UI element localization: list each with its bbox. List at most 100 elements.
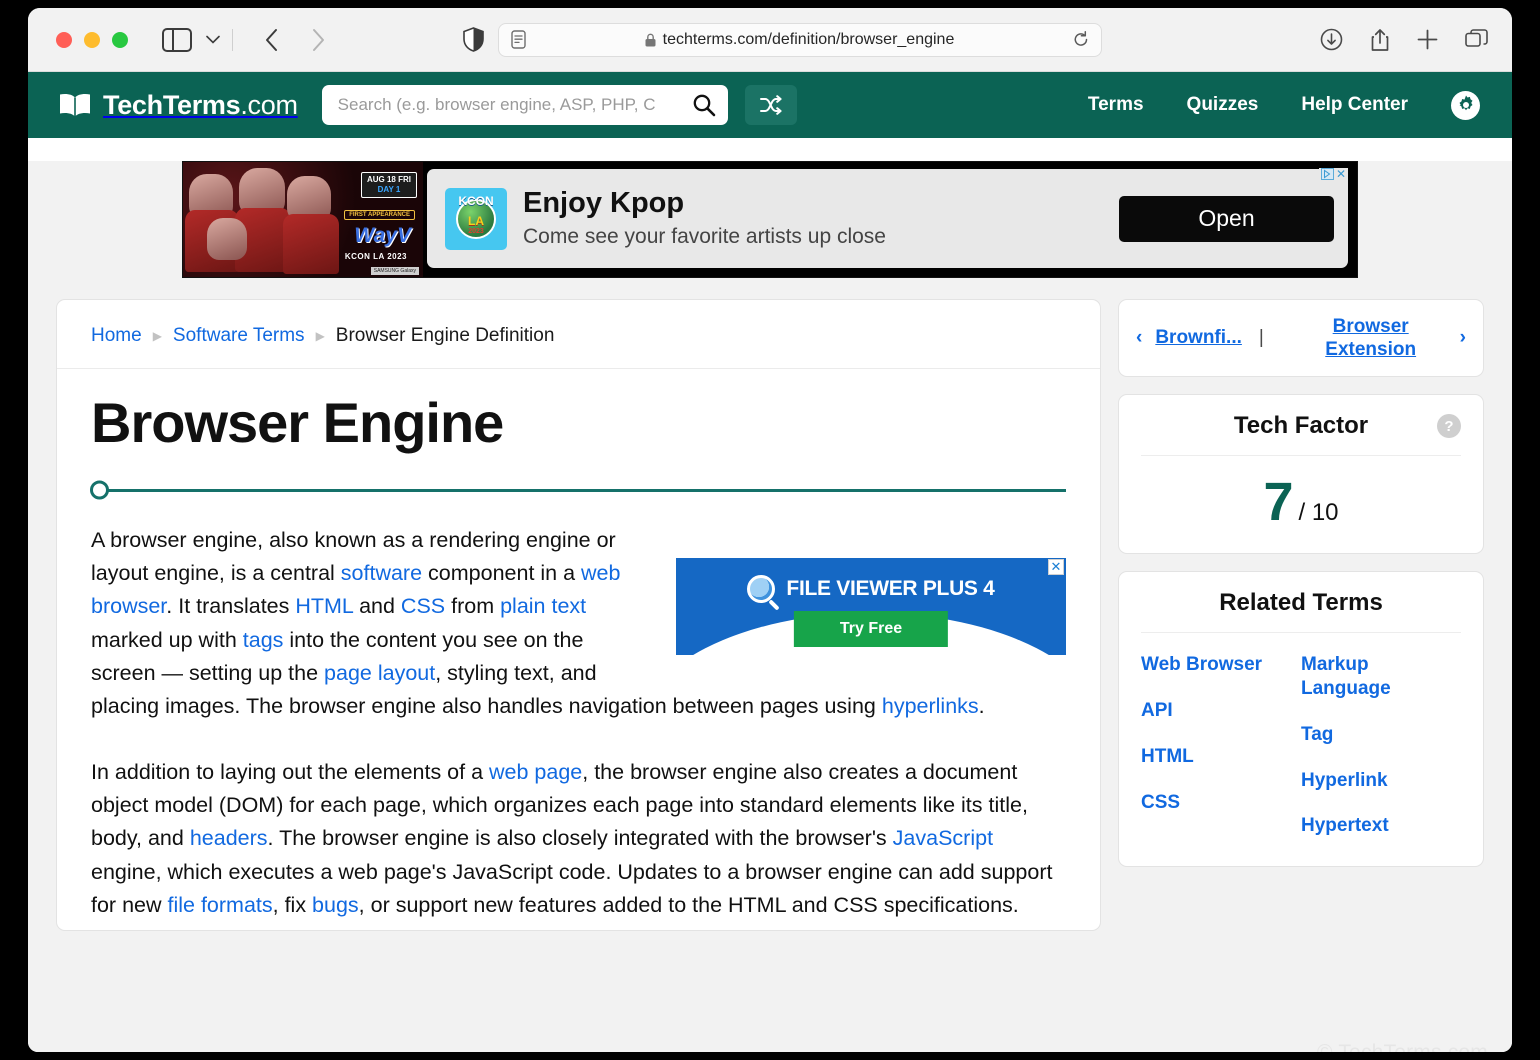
- ad-subtitle: Come see your favorite artists up close: [523, 225, 886, 249]
- reader-view-icon[interactable]: [511, 30, 526, 49]
- related-term-link[interactable]: CSS: [1141, 791, 1301, 815]
- title-block: Browser Engine: [57, 369, 1100, 492]
- prev-term-link[interactable]: Brownfi...: [1155, 327, 1242, 349]
- prev-next-separator: |: [1258, 327, 1264, 349]
- toolbar-right-actions: [1320, 28, 1488, 52]
- close-icon[interactable]: ✕: [1336, 168, 1346, 180]
- ad-logo-la: LA: [468, 213, 484, 228]
- breadcrumb-arrow-icon: ▶: [152, 329, 162, 343]
- ad-sponsor: SAMSUNG Galaxy: [370, 267, 419, 275]
- search-input[interactable]: [337, 95, 690, 115]
- inline-link[interactable]: hyperlinks: [882, 694, 979, 718]
- inline-link[interactable]: web page: [489, 760, 582, 784]
- close-icon[interactable]: ✕: [1048, 558, 1064, 575]
- related-term-link[interactable]: HTML: [1141, 745, 1301, 769]
- inline-link[interactable]: HTML: [295, 594, 353, 618]
- breadcrumb-arrow-icon: ▶: [315, 329, 325, 343]
- close-window-button[interactable]: [56, 31, 72, 48]
- ad-open-button[interactable]: Open: [1119, 195, 1334, 242]
- inline-link[interactable]: headers: [190, 826, 268, 850]
- ad-first-appearance: FIRST APPEARANCE: [344, 210, 415, 220]
- logo-suffix: .com: [240, 89, 298, 120]
- minimize-window-button[interactable]: [84, 31, 100, 48]
- page-title: Browser Engine: [91, 391, 504, 454]
- site-header: TechTerms.com Terms Quizzes: [28, 72, 1512, 138]
- related-term-link[interactable]: Hypertext: [1301, 814, 1461, 838]
- chevron-right-icon[interactable]: ›: [1460, 327, 1466, 349]
- browser-toolbar: techterms.com/definition/browser_engine: [28, 8, 1512, 72]
- ad-brand-logo: KCON LA 2023: [445, 187, 507, 250]
- downloads-icon[interactable]: [1320, 28, 1343, 51]
- inline-link[interactable]: plain text: [500, 594, 586, 618]
- inline-link[interactable]: bugs: [312, 893, 359, 917]
- nav-item-quizzes[interactable]: Quizzes: [1187, 94, 1259, 116]
- adchoices-icon[interactable]: [1321, 168, 1334, 180]
- inline-link[interactable]: file formats: [167, 893, 272, 917]
- nav-item-help-center[interactable]: Help Center: [1301, 94, 1408, 116]
- search-box[interactable]: [321, 85, 728, 125]
- paragraph-2: In addition to laying out the elements o…: [91, 759, 1053, 917]
- ad-logo-year: 2023: [468, 227, 484, 235]
- open-book-icon: [58, 92, 92, 118]
- privacy-shield-icon[interactable]: [463, 27, 484, 52]
- related-terms-column-2: Markup Language Tag Hyperlink Hypertext: [1301, 653, 1461, 838]
- url-text: techterms.com/definition/browser_engine: [662, 30, 955, 48]
- related-terms-column-1: Web Browser API HTML CSS: [1141, 653, 1301, 838]
- copyright-watermark: © TechTerms.com: [1317, 1041, 1488, 1052]
- maximize-window-button[interactable]: [112, 31, 128, 48]
- inline-link[interactable]: software: [341, 561, 422, 585]
- inline-link[interactable]: CSS: [401, 594, 445, 618]
- address-bar[interactable]: techterms.com/definition/browser_engine: [498, 22, 1102, 57]
- url-display[interactable]: techterms.com/definition/browser_engine: [526, 31, 1073, 49]
- chevron-left-icon[interactable]: ‹: [1136, 327, 1142, 349]
- gear-icon[interactable]: [1451, 90, 1480, 120]
- nav-item-terms[interactable]: Terms: [1088, 94, 1144, 116]
- breadcrumb-item-software-terms[interactable]: Software Terms: [173, 325, 305, 347]
- inline-ad-cta-button[interactable]: Try Free: [793, 610, 949, 647]
- sidebar: ‹ Brownfi... | Browser Extension › Tech …: [1118, 299, 1484, 931]
- inline-link[interactable]: JavaScript: [893, 826, 993, 850]
- related-term-link[interactable]: Hyperlink: [1301, 769, 1461, 793]
- related-terms-title: Related Terms: [1141, 589, 1461, 634]
- ad-event-name: KCON LA 2023: [344, 252, 407, 261]
- ad-choices-controls: ✕: [1318, 168, 1348, 180]
- tab-overview-icon[interactable]: [1465, 28, 1488, 51]
- next-term-link[interactable]: Browser Extension: [1296, 315, 1446, 361]
- content-columns: Home ▶ Software Terms ▶ Browser Engine D…: [28, 299, 1512, 932]
- related-term-link[interactable]: API: [1141, 699, 1301, 723]
- forward-arrow-icon[interactable]: [301, 23, 335, 57]
- inline-advertisement[interactable]: FILE VIEWER PLUS 4 Try Free ✕: [676, 557, 1066, 655]
- tech-factor-score: 7 / 10: [1141, 456, 1461, 529]
- ad-content[interactable]: KCON LA 2023 Enjoy Kpop Come see your fa…: [427, 168, 1348, 268]
- page-body: AUG 18 FRI DAY 1 FIRST APPEARANCE WayV K…: [28, 161, 1512, 1052]
- title-divider: [91, 488, 1066, 492]
- related-term-link[interactable]: Web Browser: [1141, 653, 1301, 677]
- ad-logo-kcon: KCON: [458, 193, 494, 208]
- search-icon[interactable]: [692, 93, 716, 117]
- logo-main: TechTerms: [103, 89, 241, 120]
- share-icon[interactable]: [1370, 28, 1390, 52]
- new-tab-icon[interactable]: [1417, 29, 1438, 50]
- ad-artist-name: WayV: [354, 224, 411, 247]
- related-term-link[interactable]: Markup Language: [1301, 653, 1461, 701]
- breadcrumb-item-home[interactable]: Home: [91, 325, 142, 347]
- related-term-link[interactable]: Tag: [1301, 723, 1461, 747]
- help-question-icon[interactable]: ?: [1437, 414, 1461, 439]
- back-arrow-icon[interactable]: [255, 23, 289, 57]
- prev-next-nav: ‹ Brownfi... | Browser Extension ›: [1118, 299, 1484, 378]
- sidebar-toggle-icon[interactable]: [162, 27, 192, 52]
- tech-factor-title: Tech Factor: [1233, 412, 1369, 440]
- window-controls: [56, 31, 128, 48]
- site-logo[interactable]: TechTerms.com: [58, 90, 298, 121]
- browser-window: techterms.com/definition/browser_engine: [28, 8, 1512, 1052]
- inline-link[interactable]: tags: [243, 628, 284, 652]
- ad-date: AUG 18 FRI: [366, 175, 411, 184]
- inline-ad-title: FILE VIEWER PLUS 4: [786, 576, 995, 600]
- chevron-down-icon[interactable]: [206, 33, 220, 47]
- inline-link[interactable]: page layout: [324, 661, 435, 685]
- shuffle-icon: [759, 95, 782, 115]
- tech-factor-card: Tech Factor ? 7 / 10: [1118, 394, 1484, 555]
- reload-icon[interactable]: [1073, 31, 1089, 48]
- top-advertisement[interactable]: AUG 18 FRI DAY 1 FIRST APPEARANCE WayV K…: [182, 161, 1358, 278]
- random-term-button[interactable]: [744, 85, 797, 125]
